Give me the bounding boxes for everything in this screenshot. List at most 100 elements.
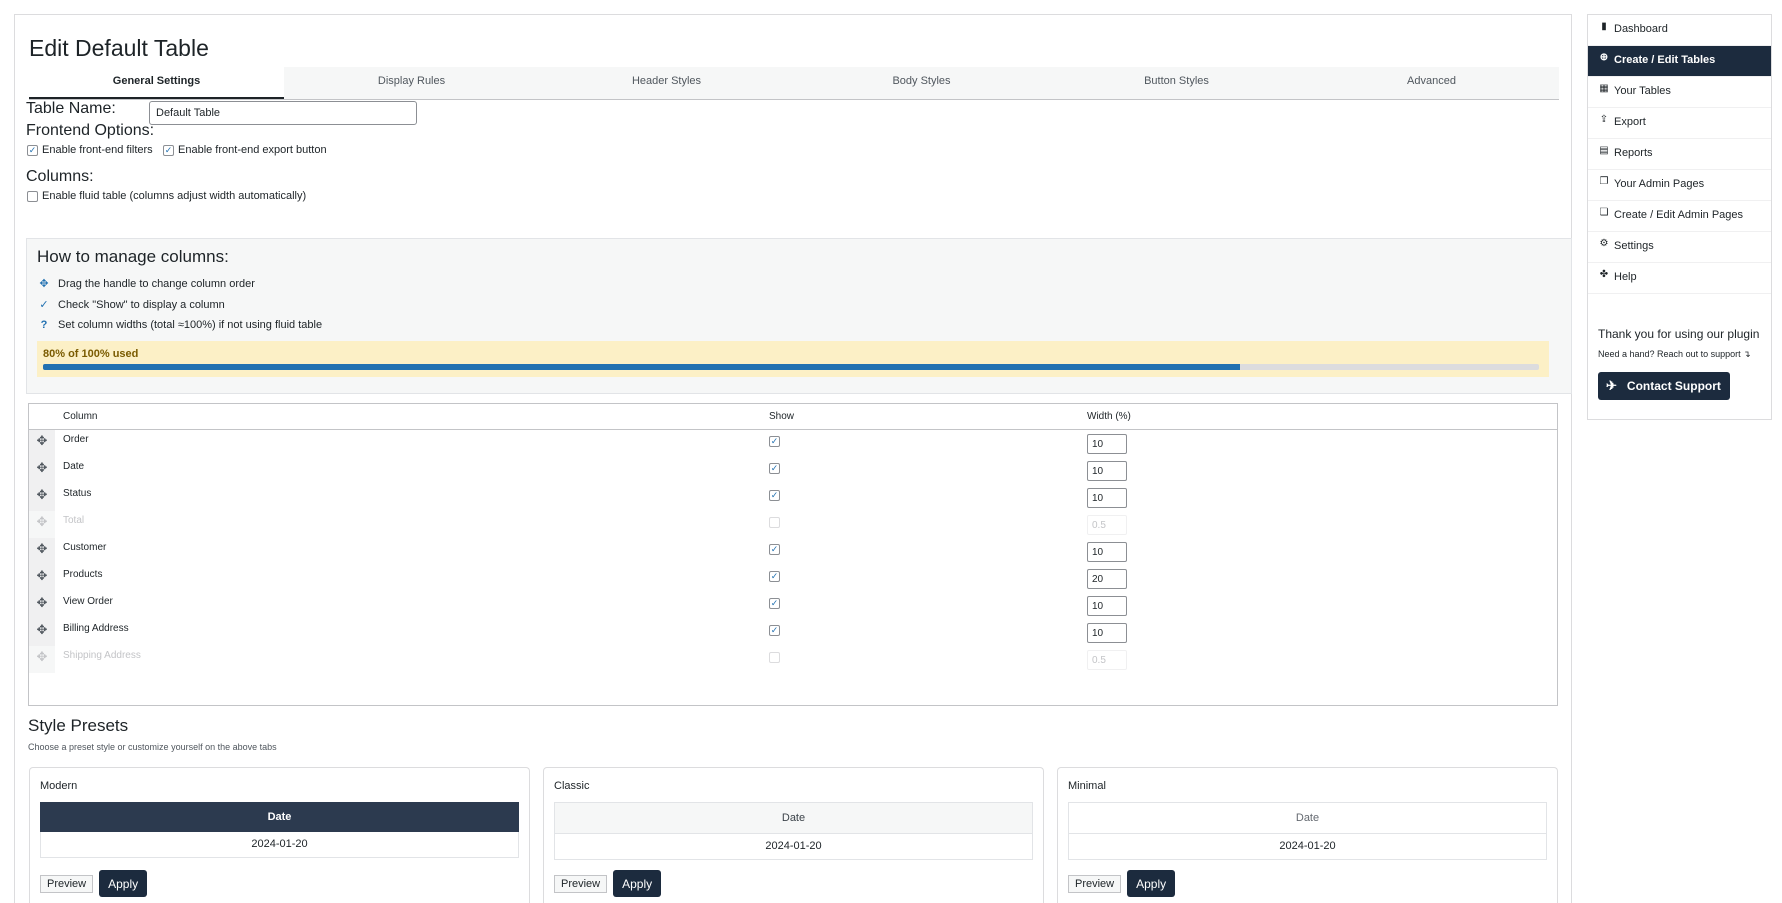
preset-name: Modern xyxy=(40,780,78,792)
tab-display-rules[interactable]: Display Rules xyxy=(284,67,539,99)
tab-general-settings[interactable]: General Settings xyxy=(29,67,284,99)
preset-name: Minimal xyxy=(1068,780,1106,792)
enable-export-label: Enable front-end export button xyxy=(178,144,327,156)
width-input[interactable] xyxy=(1087,650,1127,670)
sidebar-item-dashboard[interactable]: ▮ Dashboard xyxy=(1588,15,1771,46)
drag-handle-icon[interactable]: ✥ xyxy=(29,484,55,511)
table-name-label: Table Name: xyxy=(26,100,116,117)
export-icon: ⇪ xyxy=(1599,114,1609,125)
fluid-table-label: Enable fluid table (columns adjust width… xyxy=(42,190,307,202)
preset-sample-table: Date 2024-01-20 xyxy=(554,802,1033,860)
table-name-input[interactable] xyxy=(149,101,417,125)
sidebar-item-help[interactable]: ✤ Help xyxy=(1588,263,1771,294)
sidebar-item-label: Create / Edit Tables xyxy=(1614,54,1716,66)
preset-name: Classic xyxy=(554,780,590,792)
show-checkbox[interactable]: ✓ xyxy=(769,598,780,609)
drag-handle-icon[interactable]: ✥ xyxy=(29,565,55,592)
usage-track xyxy=(43,364,1539,370)
how-to-item: ✓ Check "Show" to display a column xyxy=(37,298,225,312)
help-icon: ? xyxy=(40,319,48,331)
fluid-table-checkbox[interactable] xyxy=(27,190,38,202)
plugin-sidebar: ▮ Dashboard ⊕ Create / Edit Tables ▦ You… xyxy=(1587,14,1772,420)
show-checkbox[interactable] xyxy=(769,652,780,663)
column-name: Billing Address xyxy=(63,623,129,634)
drag-handle-icon[interactable]: ✥ xyxy=(29,457,55,484)
enable-export-option: ✓ Enable front-end export button xyxy=(163,144,327,156)
tab-body-styles[interactable]: Body Styles xyxy=(794,67,1049,99)
fluid-table-option: Enable fluid table (columns adjust width… xyxy=(27,190,306,202)
width-input[interactable] xyxy=(1087,461,1127,481)
sidebar-item-settings[interactable]: ⚙ Settings xyxy=(1588,232,1771,263)
apply-button[interactable]: Apply xyxy=(1127,870,1176,897)
sidebar-item-create-edit-admin-pages[interactable]: ❏ Create / Edit Admin Pages xyxy=(1588,201,1771,232)
width-input[interactable] xyxy=(1087,515,1127,535)
check-icon: ✓ xyxy=(39,299,49,311)
tab-advanced[interactable]: Advanced xyxy=(1304,67,1559,99)
width-input[interactable] xyxy=(1087,623,1127,643)
width-input[interactable] xyxy=(1087,488,1127,508)
column-name: Total xyxy=(63,515,85,526)
pages-icon: ❐ xyxy=(1599,176,1609,187)
width-input[interactable] xyxy=(1087,434,1127,454)
width-input[interactable] xyxy=(1087,542,1127,562)
show-checkbox[interactable]: ✓ xyxy=(769,436,780,447)
preset-sample-header: Date xyxy=(554,802,1033,834)
drag-handle-icon[interactable]: ✥ xyxy=(29,619,55,646)
preview-button[interactable]: Preview xyxy=(40,874,94,893)
sidebar-item-export[interactable]: ⇪ Export xyxy=(1588,108,1771,139)
preset-actions: Preview Apply xyxy=(40,870,148,897)
show-checkbox[interactable] xyxy=(769,517,780,528)
how-to-text: Set column widths (total ≈100%) if not u… xyxy=(58,319,323,331)
width-input[interactable] xyxy=(1087,596,1127,616)
show-checkbox[interactable]: ✓ xyxy=(769,544,780,555)
preview-button[interactable]: Preview xyxy=(554,874,608,893)
show-checkbox[interactable]: ✓ xyxy=(769,571,780,582)
drag-handle-icon[interactable]: ✥ xyxy=(29,430,55,457)
show-checkbox[interactable]: ✓ xyxy=(769,625,780,636)
show-checkbox[interactable]: ✓ xyxy=(769,463,780,474)
drag-handle-icon[interactable]: ✥ xyxy=(29,592,55,619)
width-input[interactable] xyxy=(1087,569,1127,589)
header-show: Show xyxy=(769,411,795,422)
preview-button[interactable]: Preview xyxy=(1068,874,1122,893)
enable-filters-label: Enable front-end filters xyxy=(42,144,153,156)
gear-icon: ⚙ xyxy=(1599,238,1609,249)
contact-support-button[interactable]: ✈ Contact Support xyxy=(1598,372,1730,400)
show-checkbox[interactable]: ✓ xyxy=(769,490,780,501)
usage-text: 80% of 100% used xyxy=(43,348,139,360)
table-icon: ▦ xyxy=(1599,83,1609,94)
sidebar-item-your-tables[interactable]: ▦ Your Tables xyxy=(1588,77,1771,108)
tab-header-styles[interactable]: Header Styles xyxy=(539,67,794,99)
preset-sample-table: Date 2024-01-20 xyxy=(40,802,519,858)
preset-card-minimal: Minimal Date 2024-01-20 Preview Apply xyxy=(1057,767,1558,903)
drag-handle-icon[interactable]: ✥ xyxy=(29,511,55,538)
column-name: Shipping Address xyxy=(63,650,141,661)
table-row: ✥ Products ✓ xyxy=(29,565,1557,592)
drag-handle-icon[interactable]: ✥ xyxy=(29,538,55,565)
sidebar-item-label: Create / Edit Admin Pages xyxy=(1614,209,1744,221)
apply-button[interactable]: Apply xyxy=(613,870,662,897)
column-name: Customer xyxy=(63,542,107,553)
how-to-title: How to manage columns: xyxy=(37,247,229,266)
preset-sample-header: Date xyxy=(1068,802,1547,834)
column-name: Products xyxy=(63,569,103,580)
tab-button-styles[interactable]: Button Styles xyxy=(1049,67,1304,99)
enable-filters-checkbox[interactable]: ✓ xyxy=(27,144,38,156)
column-name: Date xyxy=(63,461,85,472)
preset-sample-cell: 2024-01-20 xyxy=(554,834,1033,860)
need-hand-text: Need a hand? Reach out to support ↴ xyxy=(1598,349,1751,359)
sidebar-item-reports[interactable]: ▤ Reports xyxy=(1588,139,1771,170)
apply-button[interactable]: Apply xyxy=(99,870,148,897)
sidebar-item-create-edit-tables[interactable]: ⊕ Create / Edit Tables xyxy=(1588,46,1771,77)
how-to-text: Check "Show" to display a column xyxy=(58,298,225,311)
sidebar-item-your-admin-pages[interactable]: ❐ Your Admin Pages xyxy=(1588,170,1771,201)
move-icon: ✥ xyxy=(39,278,49,290)
column-name: Order xyxy=(63,434,89,445)
style-presets-title: Style Presets xyxy=(28,716,129,735)
preset-actions: Preview Apply xyxy=(554,870,662,897)
drag-handle-icon[interactable]: ✥ xyxy=(29,646,55,673)
how-to-item: ? Set column widths (total ≈100%) if not… xyxy=(37,319,322,331)
preset-sample-header: Date xyxy=(40,802,519,832)
preset-sample-cell: 2024-01-20 xyxy=(1068,834,1547,860)
enable-export-checkbox[interactable]: ✓ xyxy=(163,144,174,156)
